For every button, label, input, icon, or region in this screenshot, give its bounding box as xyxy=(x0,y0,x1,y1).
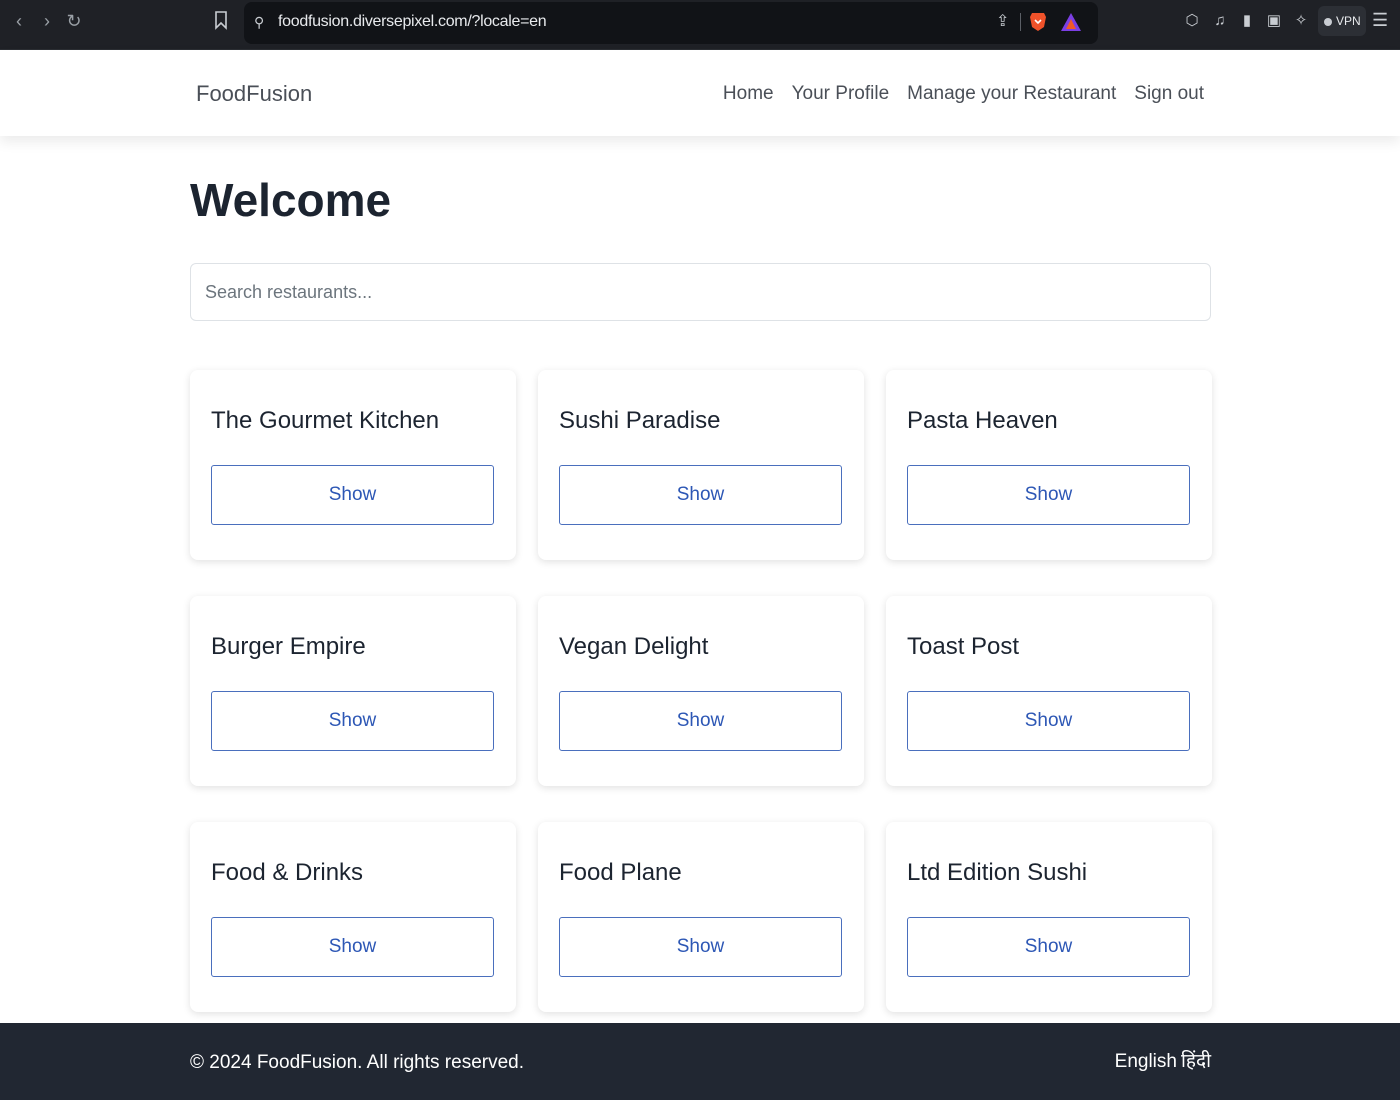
share-icon[interactable]: ⇪ xyxy=(996,12,1014,32)
search-input[interactable] xyxy=(190,263,1211,321)
app-navbar: FoodFusion Home Your Profile Manage your… xyxy=(0,50,1400,136)
reload-icon[interactable]: ↻ xyxy=(63,8,85,34)
nav-your-profile[interactable]: Your Profile xyxy=(792,81,890,107)
restaurant-card: The Gourmet Kitchen Show xyxy=(190,370,516,560)
bookmark-icon[interactable] xyxy=(214,10,228,30)
restaurant-card: Ltd Edition Sushi Show xyxy=(886,822,1212,1012)
back-icon[interactable]: ‹ xyxy=(8,8,30,34)
footer: © 2024 FoodFusion. All rights reserved. … xyxy=(0,1023,1400,1100)
nav-links: Home Your Profile Manage your Restaurant… xyxy=(723,81,1204,107)
restaurant-card: Toast Post Show xyxy=(886,596,1212,786)
restaurant-name: Burger Empire xyxy=(211,633,366,660)
leo-ai-icon[interactable]: ✧ xyxy=(1292,12,1310,30)
show-button[interactable]: Show xyxy=(211,465,494,525)
vpn-button[interactable]: VPN xyxy=(1318,6,1366,36)
nav-sign-out[interactable]: Sign out xyxy=(1134,81,1204,107)
show-button[interactable]: Show xyxy=(211,691,494,751)
restaurant-card: Vegan Delight Show xyxy=(538,596,864,786)
url-text[interactable]: foodfusion.diversepixel.com/?locale=en xyxy=(278,12,547,32)
restaurant-name: Sushi Paradise xyxy=(559,407,721,434)
browser-toolbar: ‹ › ↻ ⚲ foodfusion.diversepixel.com/?loc… xyxy=(0,0,1400,50)
forward-icon[interactable]: › xyxy=(36,8,58,34)
restaurant-name: Food Plane xyxy=(559,859,682,886)
show-button[interactable]: Show xyxy=(211,917,494,977)
nav-manage-restaurant[interactable]: Manage your Restaurant xyxy=(907,81,1116,107)
vpn-status-icon xyxy=(1324,17,1332,26)
media-icon[interactable]: ♫ xyxy=(1211,12,1229,30)
menu-icon[interactable]: ☰ xyxy=(1372,10,1390,30)
brave-rewards-icon[interactable] xyxy=(1060,12,1082,32)
show-button[interactable]: Show xyxy=(907,917,1190,977)
address-bar[interactable]: ⚲ foodfusion.diversepixel.com/?locale=en… xyxy=(244,2,1098,44)
restaurant-name: Ltd Edition Sushi xyxy=(907,859,1088,886)
restaurant-name: Pasta Heaven xyxy=(907,407,1058,434)
show-button[interactable]: Show xyxy=(907,691,1190,751)
restaurant-card: Burger Empire Show xyxy=(190,596,516,786)
show-button[interactable]: Show xyxy=(559,465,842,525)
vpn-label: VPN xyxy=(1336,14,1361,28)
language-switcher: English हिंदी xyxy=(1115,1049,1211,1075)
restaurant-name: Vegan Delight xyxy=(559,633,709,660)
lang-english[interactable]: English xyxy=(1115,1049,1177,1075)
extensions-icon[interactable]: ⬡ xyxy=(1183,12,1201,30)
brave-shields-icon[interactable] xyxy=(1028,11,1048,33)
show-button[interactable]: Show xyxy=(559,691,842,751)
restaurant-name: Food & Drinks xyxy=(211,859,364,886)
restaurant-name: The Gourmet Kitchen xyxy=(211,407,440,434)
restaurant-card: Pasta Heaven Show xyxy=(886,370,1212,560)
restaurant-card: Food Plane Show xyxy=(538,822,864,1012)
lang-hindi[interactable]: हिंदी xyxy=(1181,1049,1211,1075)
site-info-icon[interactable]: ⚲ xyxy=(254,12,272,32)
restaurant-name: Toast Post xyxy=(907,633,1020,660)
nav-home[interactable]: Home xyxy=(723,81,774,107)
restaurant-grid: The Gourmet Kitchen Show Sushi Paradise … xyxy=(190,370,1212,1012)
restaurant-card: Sushi Paradise Show xyxy=(538,370,864,560)
show-button[interactable]: Show xyxy=(559,917,842,977)
page-title: Welcome xyxy=(190,174,392,226)
url-separator xyxy=(1020,13,1021,31)
restaurant-card: Food & Drinks Show xyxy=(190,822,516,1012)
show-button[interactable]: Show xyxy=(907,465,1190,525)
brand-logo[interactable]: FoodFusion xyxy=(196,80,312,108)
sidebar-icon[interactable]: ▮ xyxy=(1238,12,1256,30)
copyright-text: © 2024 FoodFusion. All rights reserved. xyxy=(190,1052,525,1073)
wallet-icon[interactable]: ▣ xyxy=(1265,12,1283,30)
